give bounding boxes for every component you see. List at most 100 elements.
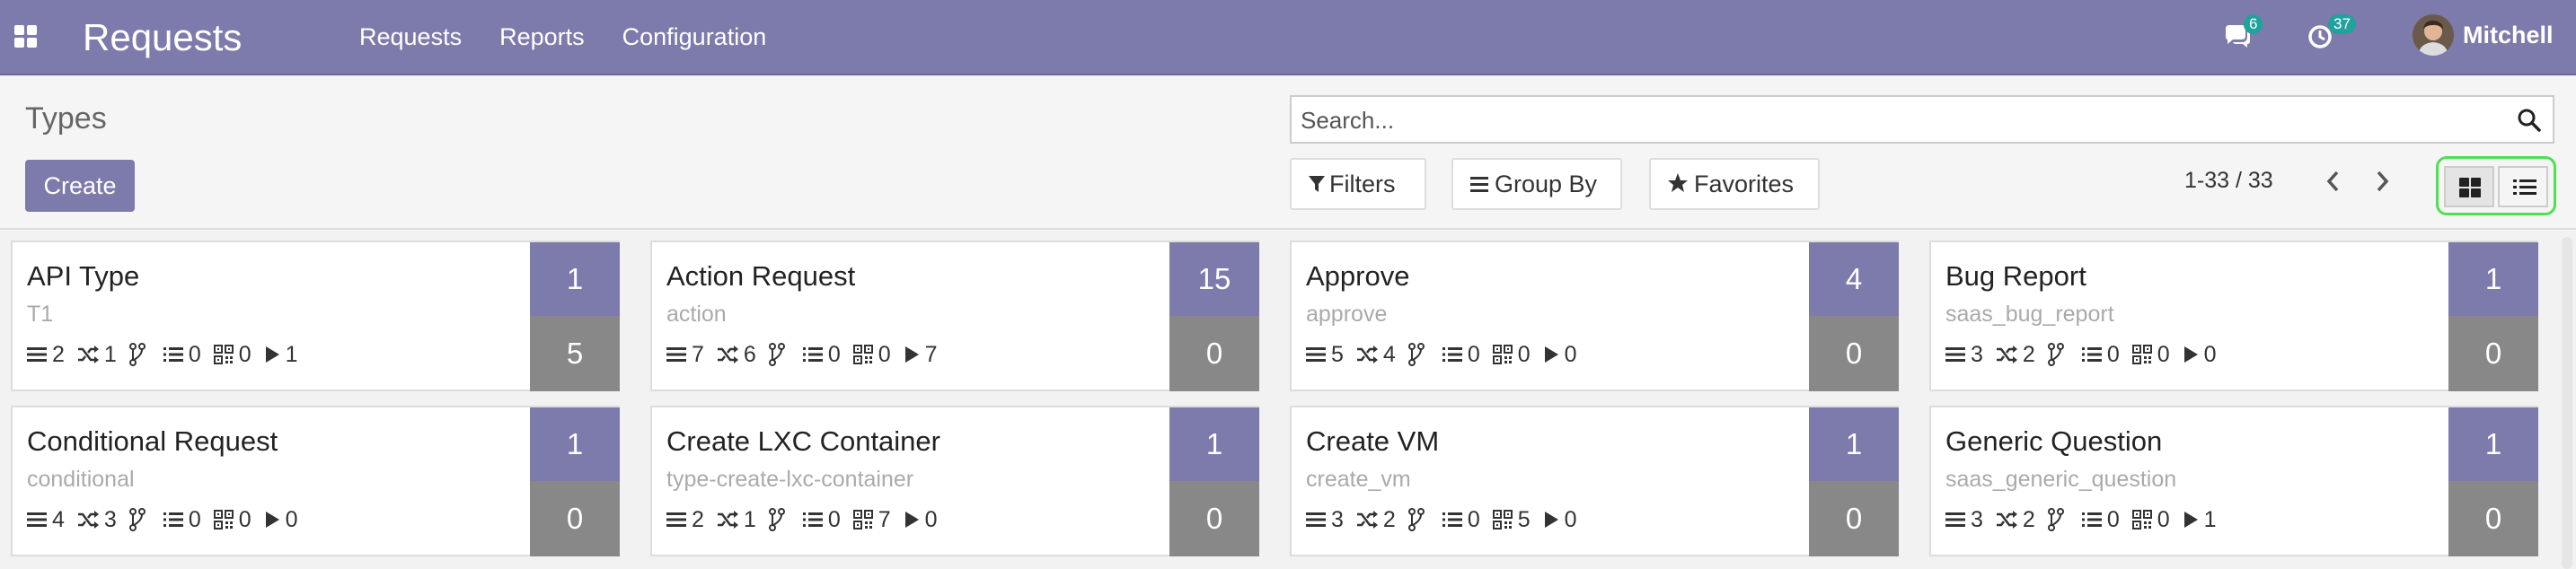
- stat-list[interactable]: 0: [802, 340, 841, 369]
- search-input[interactable]: [1301, 104, 2495, 136]
- stat-branch[interactable]: [768, 343, 790, 366]
- stat-transitions[interactable]: 1: [717, 505, 756, 534]
- stat-actions[interactable]: 7: [904, 340, 938, 369]
- menu-item-reports[interactable]: Reports: [499, 22, 585, 52]
- open-requests-count[interactable]: 4: [1809, 242, 1899, 316]
- stat-list[interactable]: 0: [2081, 340, 2120, 369]
- stat-routes[interactable]: 3: [1945, 340, 1983, 369]
- card-title[interactable]: API Type: [27, 258, 139, 294]
- stat-branch[interactable]: [1407, 343, 1430, 366]
- stat-actions[interactable]: 0: [1543, 340, 1577, 369]
- card-title[interactable]: Conditional Request: [27, 424, 278, 460]
- messages-button[interactable]: 6: [2220, 14, 2263, 52]
- chevron-right-icon[interactable]: [2371, 169, 2393, 194]
- chevron-left-icon[interactable]: [2323, 169, 2344, 194]
- stat-transitions[interactable]: 2: [1996, 505, 2035, 534]
- card-title[interactable]: Bug Report: [1945, 258, 2086, 294]
- kanban-card[interactable]: Create VM create_vm 3 2 0 5 0 1 0: [1290, 406, 1899, 556]
- card-title[interactable]: Generic Question: [1945, 424, 2162, 460]
- kanban-card[interactable]: Conditional Request conditional 4 3 0 0 0 1 0: [11, 406, 620, 556]
- closed-requests-count[interactable]: 5: [530, 316, 620, 391]
- stat-routes[interactable]: 3: [1945, 505, 1983, 534]
- filters-button[interactable]: Filters: [1290, 158, 1426, 210]
- stat-list[interactable]: 0: [163, 505, 201, 534]
- stat-branch[interactable]: [1407, 508, 1430, 531]
- stat-routes[interactable]: 2: [27, 340, 65, 369]
- stat-routes[interactable]: 2: [666, 505, 704, 534]
- stat-qrcode[interactable]: 0: [2131, 340, 2170, 369]
- open-requests-count[interactable]: 1: [2448, 242, 2538, 316]
- stat-actions[interactable]: 1: [2183, 505, 2217, 534]
- menu-item-configuration[interactable]: Configuration: [622, 22, 767, 52]
- menu-item-requests[interactable]: Requests: [359, 22, 462, 52]
- stat-routes[interactable]: 7: [666, 340, 704, 369]
- stat-transitions[interactable]: 2: [1996, 340, 2035, 369]
- stat-branch[interactable]: [768, 508, 790, 531]
- create-button[interactable]: Create: [25, 160, 135, 212]
- kanban-card[interactable]: Action Request action 7 6 0 0 7 15 0: [650, 241, 1259, 391]
- kanban-view-button[interactable]: [2444, 166, 2494, 207]
- stat-list[interactable]: 0: [163, 340, 201, 369]
- closed-requests-count[interactable]: 0: [1809, 316, 1899, 391]
- stat-actions[interactable]: 0: [1543, 505, 1577, 534]
- app-brand[interactable]: Requests: [83, 14, 242, 61]
- stat-list[interactable]: 0: [802, 505, 841, 534]
- stat-transitions[interactable]: 4: [1356, 340, 1396, 369]
- open-requests-count[interactable]: 1: [530, 242, 620, 316]
- stat-actions[interactable]: 0: [904, 505, 938, 534]
- card-title[interactable]: Create VM: [1306, 424, 1439, 460]
- kanban-card[interactable]: Generic Question saas_generic_question 3 2 0…: [1929, 406, 2538, 556]
- group-by-button[interactable]: Group By: [1451, 158, 1622, 210]
- activities-button[interactable]: 37: [2305, 14, 2356, 52]
- closed-requests-count[interactable]: 0: [2448, 316, 2538, 391]
- stat-branch[interactable]: [128, 508, 151, 531]
- closed-requests-count[interactable]: 0: [2448, 481, 2538, 556]
- stat-routes[interactable]: 5: [1306, 340, 1344, 369]
- card-title[interactable]: Approve: [1306, 258, 1409, 294]
- stat-branch[interactable]: [2047, 508, 2069, 531]
- list-view-button[interactable]: [2498, 166, 2548, 207]
- closed-requests-count[interactable]: 0: [1809, 481, 1899, 556]
- stat-branch[interactable]: [2047, 343, 2069, 366]
- stat-qrcode[interactable]: 7: [852, 505, 891, 534]
- kanban-card[interactable]: Create LXC Container type-create-lxc-cont…: [650, 406, 1259, 556]
- kanban-card[interactable]: Bug Report saas_bug_report 3 2 0 0 0 1 0: [1929, 241, 2538, 391]
- stat-actions[interactable]: 1: [264, 340, 298, 369]
- closed-requests-count[interactable]: 0: [530, 481, 620, 556]
- stat-actions[interactable]: 0: [2183, 340, 2217, 369]
- search-icon[interactable]: [2517, 108, 2542, 133]
- pager-value[interactable]: 1-33 / 33: [2184, 165, 2273, 196]
- vertical-scrollbar[interactable]: [2562, 237, 2572, 569]
- stat-qrcode[interactable]: 0: [213, 505, 251, 534]
- user-name[interactable]: Mitchell: [2463, 20, 2554, 50]
- kanban-card[interactable]: API Type T1 2 1 0 0 1 1 5: [11, 241, 620, 391]
- stat-branch[interactable]: [128, 343, 151, 366]
- stat-qrcode[interactable]: 0: [213, 340, 251, 369]
- closed-requests-count[interactable]: 0: [1169, 481, 1259, 556]
- kanban-card[interactable]: Approve approve 5 4 0 0 0 4 0: [1290, 241, 1899, 391]
- stat-transitions[interactable]: 3: [77, 505, 117, 534]
- favorites-button[interactable]: Favorites: [1649, 158, 1820, 210]
- stat-routes[interactable]: 3: [1306, 505, 1344, 534]
- closed-requests-count[interactable]: 0: [1169, 316, 1259, 391]
- stat-transitions[interactable]: 1: [77, 340, 117, 369]
- stat-actions[interactable]: 0: [264, 505, 298, 534]
- open-requests-count[interactable]: 1: [1169, 407, 1259, 481]
- apps-grid-icon[interactable]: [14, 25, 38, 48]
- open-requests-count[interactable]: 1: [2448, 407, 2538, 481]
- stat-list[interactable]: 0: [1442, 505, 1480, 534]
- stat-transitions[interactable]: 6: [717, 340, 756, 369]
- user-avatar[interactable]: [2413, 14, 2454, 56]
- open-requests-count[interactable]: 1: [530, 407, 620, 481]
- open-requests-count[interactable]: 15: [1169, 242, 1259, 316]
- card-title[interactable]: Create LXC Container: [666, 424, 940, 460]
- stat-qrcode[interactable]: 0: [1492, 340, 1531, 369]
- stat-qrcode[interactable]: 5: [1492, 505, 1531, 534]
- stat-transitions[interactable]: 2: [1356, 505, 1396, 534]
- stat-list[interactable]: 0: [2081, 505, 2120, 534]
- stat-routes[interactable]: 4: [27, 505, 65, 534]
- card-title[interactable]: Action Request: [666, 258, 855, 294]
- stat-qrcode[interactable]: 0: [2131, 505, 2170, 534]
- stat-qrcode[interactable]: 0: [852, 340, 891, 369]
- stat-list[interactable]: 0: [1442, 340, 1480, 369]
